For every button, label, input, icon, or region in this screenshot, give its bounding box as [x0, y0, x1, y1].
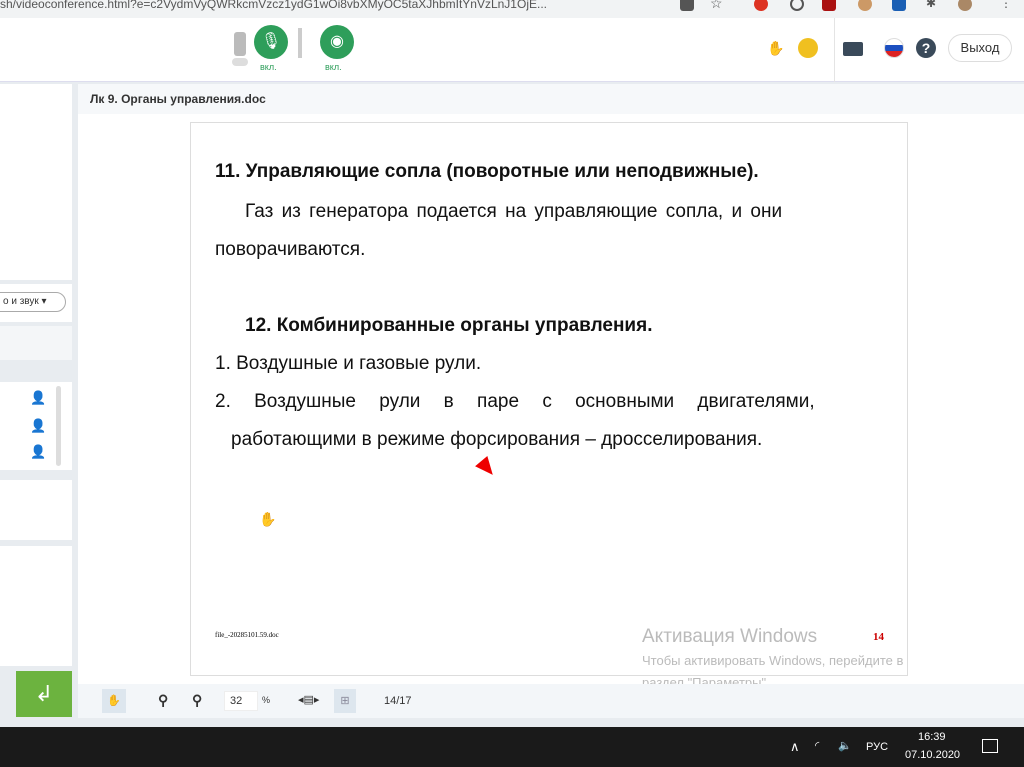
- microphone-button[interactable]: 🎙: [254, 25, 288, 59]
- camera-icon[interactable]: [680, 0, 694, 11]
- user-icon: 👤: [30, 390, 47, 405]
- fit-page-icon[interactable]: ⊞: [334, 689, 356, 713]
- activation-watermark-title: Активация Windows: [642, 626, 818, 647]
- document-title: Лк 9. Органы управления.doc: [78, 84, 1024, 114]
- document-page: 11. Управляющие сопла (поворотные или не…: [190, 122, 908, 676]
- adblock-icon[interactable]: [754, 0, 768, 11]
- language-indicator[interactable]: РУС: [866, 741, 888, 753]
- list-item: 2. Воздушные рули в паре с основными дви…: [215, 391, 815, 412]
- pointer-cursor-icon: [475, 455, 499, 481]
- app-header: 🎙 вкл. ◉ вкл. ✋ ? Выход: [0, 18, 1024, 82]
- extension-icon[interactable]: [892, 0, 906, 11]
- heading: 12. Комбинированные органы управления.: [245, 315, 653, 336]
- zoom-input[interactable]: 32: [224, 691, 258, 711]
- help-icon[interactable]: ?: [916, 38, 936, 58]
- left-panel-video: [0, 84, 72, 280]
- notifications-icon[interactable]: [982, 739, 998, 753]
- clock-date[interactable]: 07.10.2020: [905, 749, 960, 761]
- page-number: 14: [873, 631, 884, 643]
- wifi-icon[interactable]: ◜: [815, 739, 819, 752]
- audio-video-dropdown[interactable]: о и звук ▾: [0, 292, 66, 312]
- user-icon: 👤: [30, 418, 47, 433]
- left-panel-tabs: [0, 326, 72, 360]
- document-toolbar: ✋ ⚲ ⚲ 32 % ◂▤▸ ⊞ 14/17: [78, 684, 1024, 718]
- menu-icon[interactable]: ⋮: [1000, 0, 1014, 11]
- camera-button[interactable]: ◉: [320, 25, 354, 59]
- emoji-icon[interactable]: [798, 38, 818, 58]
- pdf-icon[interactable]: [822, 0, 836, 11]
- dropdown-label: о и звук: [3, 296, 39, 307]
- volume-slider[interactable]: [298, 28, 302, 58]
- device-icon: [234, 32, 246, 56]
- extension-badge-icon[interactable]: [858, 0, 872, 11]
- browser-address-bar[interactable]: sh/videoconference.html?e=c2VydmVyQWRkcm…: [0, 0, 1024, 18]
- puzzle-icon[interactable]: ✱: [926, 0, 940, 11]
- page-counter: 14/17: [384, 695, 412, 707]
- left-panel-settings: о и звук ▾: [0, 284, 72, 322]
- volume-icon[interactable]: 🔈: [838, 739, 852, 752]
- send-button[interactable]: ↲: [16, 671, 72, 717]
- url-text[interactable]: sh/videoconference.html?e=c2VydmVyQWRkcm…: [0, 0, 547, 10]
- pan-tool-icon[interactable]: ✋: [102, 689, 126, 713]
- participants-list: 👤 👤 👤: [0, 382, 72, 470]
- extension-icon[interactable]: [790, 0, 804, 11]
- chat-input-area[interactable]: [0, 546, 72, 666]
- raise-hand-icon[interactable]: ✋: [766, 38, 786, 58]
- footer-filename: file_-20285101.59.doc: [215, 631, 279, 639]
- zoom-unit: %: [262, 695, 271, 705]
- zoom-out-icon[interactable]: ⚲: [192, 692, 202, 709]
- profile-avatar[interactable]: [958, 0, 972, 11]
- windows-taskbar: ∧ ◜ 🔈 РУС 16:39 07.10.2020: [0, 727, 1024, 767]
- list-item: работающими в режиме форсирования – дрос…: [231, 429, 763, 450]
- paragraph: поворачиваются.: [215, 239, 366, 260]
- zoom-in-icon[interactable]: ⚲: [158, 692, 168, 709]
- star-icon[interactable]: ☆: [710, 0, 724, 11]
- heading: 11. Управляющие сопла (поворотные или не…: [215, 161, 759, 182]
- mic-status: вкл.: [260, 62, 277, 72]
- hand-cursor-icon: ✋: [259, 511, 277, 527]
- clock-time[interactable]: 16:39: [918, 731, 946, 743]
- toggle-switch[interactable]: [232, 58, 248, 66]
- activation-watermark-text: Чтобы активировать Windows, перейдите в: [642, 653, 904, 668]
- language-flag-icon[interactable]: [884, 38, 904, 58]
- paragraph: Газ из генератора подается на управляющи…: [245, 201, 783, 222]
- cam-status: вкл.: [325, 62, 342, 72]
- scrollbar[interactable]: [56, 386, 61, 466]
- folder-icon[interactable]: [843, 42, 863, 56]
- exit-button[interactable]: Выход: [948, 34, 1012, 62]
- chevron-up-icon[interactable]: ∧: [790, 739, 800, 755]
- left-panel-chat: [0, 480, 72, 540]
- user-icon: 👤: [30, 444, 47, 459]
- list-item: 1. Воздушные и газовые рули.: [215, 353, 482, 374]
- fit-width-icon[interactable]: ◂▤▸: [298, 693, 319, 706]
